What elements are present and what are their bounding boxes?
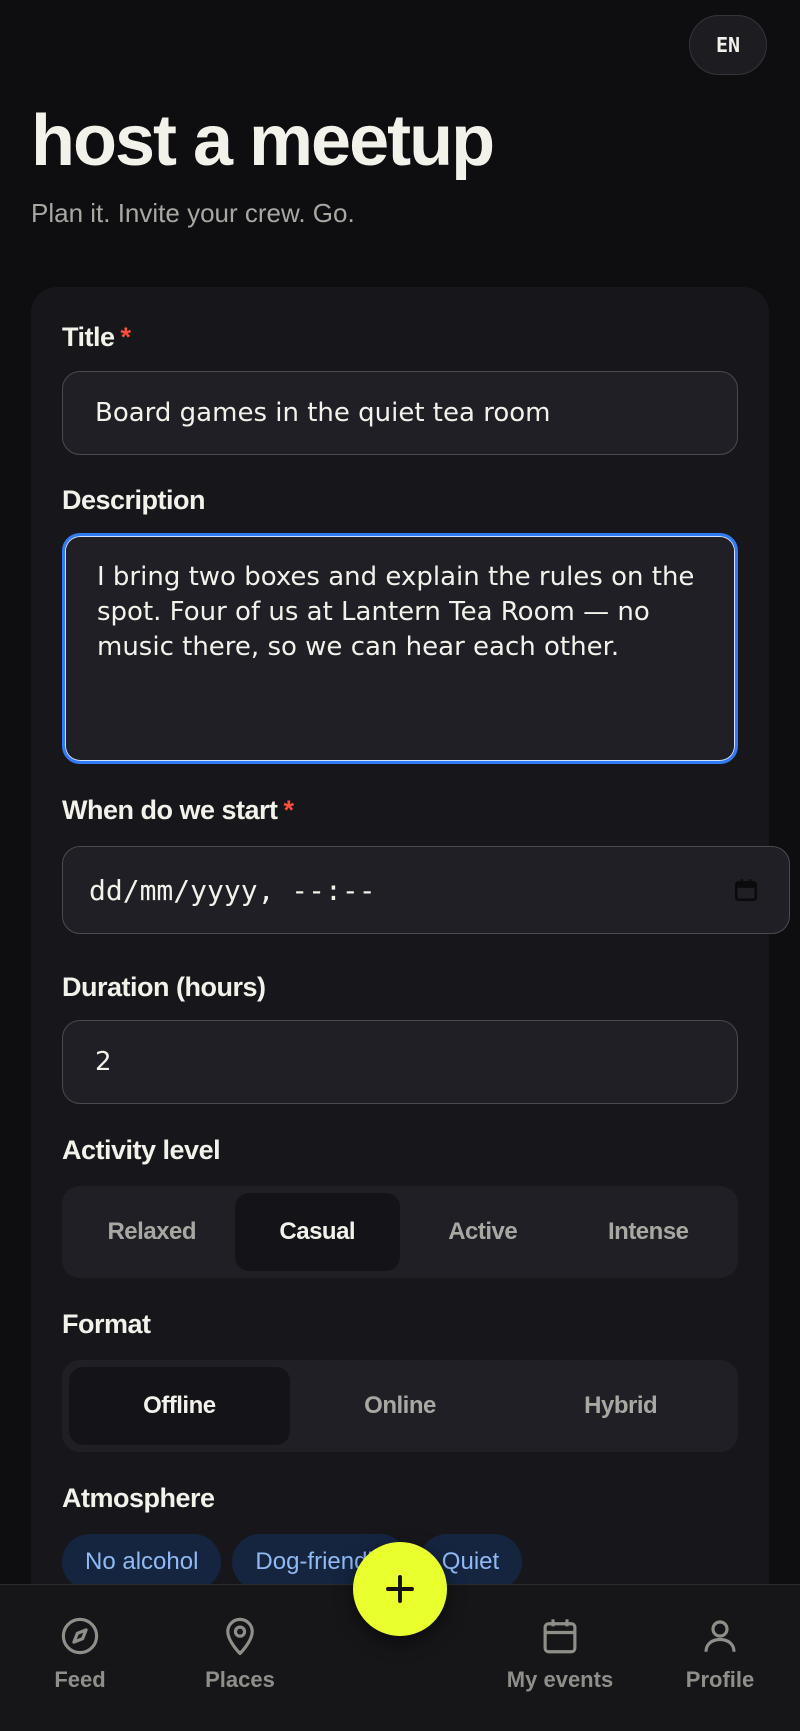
duration-input[interactable]: 2: [62, 1020, 738, 1104]
format-option-hybrid[interactable]: Hybrid: [510, 1367, 731, 1445]
nav-places-label: Places: [205, 1667, 275, 1692]
start-datetime-placeholder: dd/mm/yyyy, --:--: [89, 873, 376, 907]
title-input[interactable]: Board games in the quiet tea room: [62, 371, 738, 455]
format-option-online[interactable]: Online: [290, 1367, 511, 1445]
nav-profile-label: Profile: [685, 1667, 755, 1692]
nav-feed[interactable]: Feed: [5, 1585, 155, 1693]
plus-icon: [386, 1575, 414, 1603]
atmosphere-chips: No alcohol Dog-friendly Quiet: [62, 1534, 523, 1590]
description-label: Description: [62, 485, 206, 515]
title-label-text: Title: [62, 322, 115, 352]
nav-feed-label: Feed: [54, 1667, 106, 1692]
description-textarea[interactable]: I bring two boxes and explain the rules …: [62, 533, 738, 764]
start-label: When do we start *: [62, 795, 294, 826]
nav-places[interactable]: Places: [165, 1585, 315, 1693]
page-title: host a meetup: [31, 101, 495, 181]
activity-label: Activity level: [62, 1135, 221, 1165]
activity-option-relaxed[interactable]: Relaxed: [69, 1193, 235, 1271]
user-icon: [704, 1620, 736, 1652]
activity-option-casual[interactable]: Casual: [234, 1193, 400, 1271]
map-pin-icon: [226, 1617, 254, 1656]
format-label: Format: [62, 1309, 151, 1339]
create-meetup-button[interactable]: [353, 1542, 447, 1636]
duration-label: Duration (hours): [62, 972, 266, 1002]
activity-option-intense[interactable]: Intense: [566, 1193, 732, 1271]
calendar-icon: [543, 1619, 577, 1654]
chip-no-alcohol[interactable]: No alcohol: [62, 1534, 222, 1590]
nav-my-events[interactable]: My events: [485, 1585, 635, 1693]
nav-my-events-label: My events: [506, 1667, 614, 1692]
title-label: Title *: [62, 322, 131, 353]
description-value: I bring two boxes and explain the rules …: [97, 562, 695, 662]
calendar-picker-icon[interactable]: [733, 877, 759, 903]
compass-icon: [61, 1617, 99, 1655]
page-subtitle: Plan it. Invite your crew. Go.: [31, 198, 355, 228]
start-label-text: When do we start: [62, 795, 278, 825]
format-segmented: Offline Online Hybrid: [62, 1360, 738, 1452]
duration-value: 2: [95, 1047, 112, 1077]
required-asterisk: *: [283, 795, 295, 825]
start-datetime-input[interactable]: dd/mm/yyyy, --:--: [62, 846, 790, 934]
title-input-value: Board games in the quiet tea room: [95, 398, 551, 428]
atmosphere-label: Atmosphere: [62, 1483, 215, 1513]
nav-profile[interactable]: Profile: [645, 1585, 795, 1693]
format-option-offline[interactable]: Offline: [69, 1367, 290, 1445]
required-asterisk: *: [120, 322, 132, 352]
activity-level-segmented: Relaxed Casual Active Intense: [62, 1186, 738, 1278]
language-button[interactable]: EN: [689, 15, 767, 75]
activity-option-active[interactable]: Active: [400, 1193, 566, 1271]
